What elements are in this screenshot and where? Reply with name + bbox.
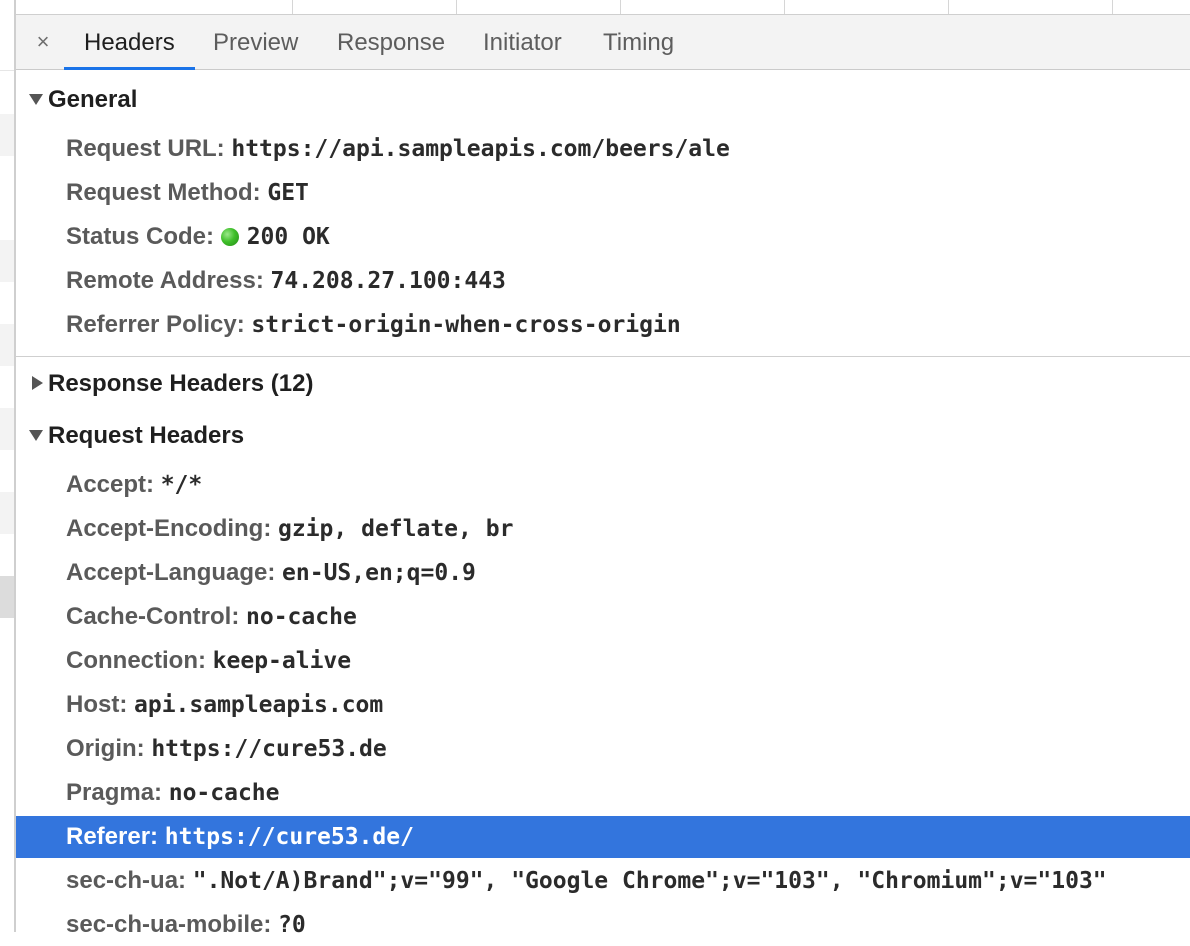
row-shade (0, 492, 14, 534)
row-shade (0, 114, 14, 156)
column-divider (1112, 0, 1113, 14)
section-title: Response Headers (12) (48, 370, 314, 397)
header-key: Referer: https://cure53.de/ (66, 823, 414, 850)
tab-response[interactable]: Response (317, 15, 465, 69)
header-key: Accept: */* (66, 471, 203, 498)
header-value: strict-origin-when-cross-origin (251, 312, 681, 338)
header-row-selected[interactable]: Referer: https://cure53.de/ (16, 816, 1190, 858)
column-divider (948, 0, 949, 14)
tab-initiator[interactable]: Initiator (463, 15, 582, 69)
header-value: api.sampleapis.com (134, 692, 384, 718)
column-divider (456, 0, 457, 14)
status-ok-icon (220, 228, 239, 246)
section-response-headers-header[interactable]: Response Headers (12) (16, 362, 1190, 406)
header-value: no-cache (246, 604, 357, 630)
header-value: https://cure53.de/ (164, 824, 414, 850)
expanded-triangle-icon[interactable] (28, 414, 44, 458)
header-value: no-cache (168, 780, 280, 806)
header-key: sec-ch-ua-mobile: ?0 (66, 911, 306, 938)
header-row[interactable]: Cache-Control: no-cache (16, 596, 1190, 638)
header-value: gzip, deflate, br (278, 516, 514, 542)
header-row[interactable]: Remote Address: 74.208.27.100:443 (16, 260, 1190, 302)
tab-headers[interactable]: Headers (64, 15, 195, 70)
row-divider (0, 70, 14, 71)
section-request-headers-header[interactable]: Request Headers (16, 414, 1190, 458)
header-row[interactable]: Request URL: https://api.sampleapis.com/… (16, 128, 1190, 170)
column-divider (292, 0, 293, 14)
header-value: GET (267, 180, 309, 206)
header-value: keep-alive (212, 648, 352, 674)
header-row[interactable]: sec-ch-ua: ".Not/A)Brand";v="99", "Googl… (16, 860, 1190, 902)
header-row[interactable]: sec-ch-ua-mobile: ?0 (16, 904, 1190, 946)
header-key: Remote Address: 74.208.27.100:443 (66, 267, 506, 294)
header-value: 74.208.27.100:443 (270, 268, 506, 294)
header-row[interactable]: Origin: https://cure53.de (16, 728, 1190, 770)
header-key: Pragma: no-cache (66, 779, 280, 806)
header-value: en-US,en;q=0.9 (282, 560, 476, 586)
section-general-header[interactable]: General (16, 78, 1190, 122)
expanded-triangle-icon[interactable] (28, 78, 44, 122)
header-key: Request Method: GET (66, 179, 309, 206)
header-value: ?0 (278, 912, 306, 938)
header-row[interactable]: Accept-Language: en-US,en;q=0.9 (16, 552, 1190, 594)
header-key: Origin: https://cure53.de (66, 735, 387, 762)
tab-preview[interactable]: Preview (193, 15, 318, 69)
header-key: Status Code: 200 OK (66, 223, 330, 250)
section-title: General (48, 86, 138, 113)
header-key: Accept-Language: en-US,en;q=0.9 (66, 559, 476, 586)
header-key: Accept-Encoding: gzip, deflate, br (66, 515, 514, 542)
header-value: https://cure53.de (151, 736, 387, 762)
row-shade (0, 408, 14, 450)
header-row[interactable]: Pragma: no-cache (16, 772, 1190, 814)
collapsed-triangle-icon[interactable] (28, 362, 44, 406)
header-row[interactable]: Host: api.sampleapis.com (16, 684, 1190, 726)
column-divider (620, 0, 621, 14)
header-row[interactable]: Referrer Policy: strict-origin-when-cros… (16, 304, 1190, 346)
header-row[interactable]: Status Code: 200 OK (16, 216, 1190, 258)
header-key: Connection: keep-alive (66, 647, 352, 674)
header-key: Referrer Policy: strict-origin-when-cros… (66, 311, 681, 338)
header-row[interactable]: Connection: keep-alive (16, 640, 1190, 682)
row-shade (0, 240, 14, 282)
header-row[interactable]: Accept-Encoding: gzip, deflate, br (16, 508, 1190, 550)
header-key: sec-ch-ua: ".Not/A)Brand";v="99", "Googl… (66, 867, 1107, 894)
row-shade (0, 324, 14, 366)
header-value: https://api.sampleapis.com/beers/ale (231, 136, 730, 162)
details-tab-bar: × Headers Preview Response Initiator Tim… (16, 15, 1190, 70)
header-value: */* (160, 472, 203, 498)
tab-timing[interactable]: Timing (583, 15, 694, 69)
header-value: ".Not/A)Brand";v="99", "Google Chrome";v… (192, 868, 1107, 894)
header-key: Cache-Control: no-cache (66, 603, 357, 630)
network-request-list-edge (0, 0, 14, 932)
network-table-header-edge (16, 0, 1190, 15)
section-divider (16, 356, 1190, 357)
selected-request-row-edge[interactable] (0, 576, 14, 618)
header-value: 200 OK (246, 224, 330, 250)
header-row[interactable]: Request Method: GET (16, 172, 1190, 214)
header-key: Request URL: https://api.sampleapis.com/… (66, 135, 730, 162)
header-row[interactable]: Accept: */* (16, 464, 1190, 506)
column-divider (784, 0, 785, 14)
close-icon[interactable]: × (32, 27, 54, 57)
section-title: Request Headers (48, 422, 245, 449)
header-key: Host: api.sampleapis.com (66, 691, 384, 718)
